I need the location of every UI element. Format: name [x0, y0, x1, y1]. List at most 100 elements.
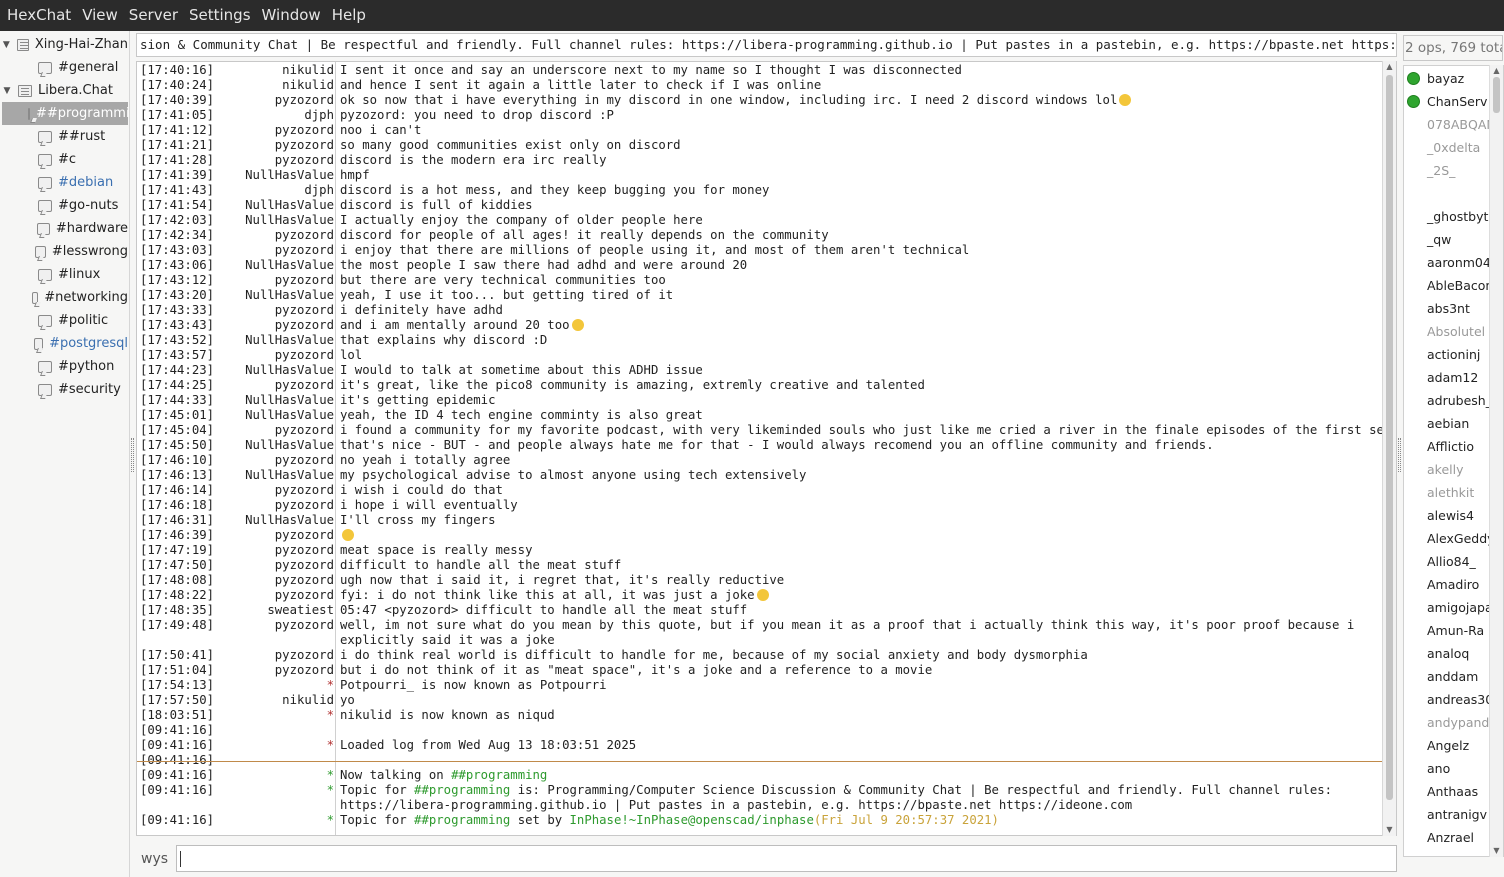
tree-channel[interactable]: #python: [2, 355, 128, 378]
topic-field[interactable]: sion & Community Chat | Be respectful an…: [136, 33, 1397, 57]
channel-link[interactable]: ##programming: [414, 783, 510, 797]
message-nick[interactable]: *: [197, 708, 334, 723]
user-nick: _ghostbyt: [1427, 209, 1489, 224]
text-prefix: Now talking on: [340, 768, 452, 782]
menu-hexchat[interactable]: HexChat: [6, 0, 80, 31]
message-nick[interactable]: NullHasValue: [197, 288, 334, 303]
tree-channel[interactable]: #go-nuts: [2, 194, 128, 217]
message-nick[interactable]: pyzozord: [197, 423, 334, 438]
message-nick[interactable]: pyzozord: [197, 528, 334, 543]
channel-link[interactable]: ##programming: [414, 813, 510, 827]
menu-help[interactable]: Help: [331, 0, 375, 31]
message-nick[interactable]: NullHasValue: [197, 258, 334, 273]
message-nick[interactable]: djph: [197, 108, 334, 123]
channel-link[interactable]: ##programming: [451, 768, 547, 782]
message-nick[interactable]: pyzozord: [197, 483, 334, 498]
channel-icon: [38, 153, 52, 166]
message-nick[interactable]: pyzozord: [197, 138, 334, 153]
tree-channel[interactable]: #c: [2, 148, 128, 171]
message-nick[interactable]: NullHasValue: [197, 393, 334, 408]
message-nick[interactable]: pyzozord: [197, 273, 334, 288]
chat-text-area[interactable]: [17:40:16] nikulid I sent it once and say …: [136, 61, 1397, 836]
message-nick[interactable]: pyzozord: [197, 153, 334, 168]
chat-scrollbar[interactable]: ▲ ▼: [1382, 61, 1396, 836]
userlist-scrollbar-thumb[interactable]: [1493, 77, 1500, 113]
nick-button[interactable]: wys: [136, 849, 176, 869]
tree-channel[interactable]: #politic: [2, 309, 128, 332]
message-nick[interactable]: NullHasValue: [197, 408, 334, 423]
scroll-down-icon[interactable]: ▼: [1385, 826, 1394, 834]
tree-channel[interactable]: #linux: [2, 263, 128, 286]
tree-server[interactable]: ▼ Libera.Chat: [2, 79, 128, 102]
message-nick[interactable]: NullHasValue: [197, 468, 334, 483]
message-nick[interactable]: pyzozord: [197, 453, 334, 468]
menu-window[interactable]: Window: [261, 0, 330, 31]
tree-channel[interactable]: #security: [2, 378, 128, 401]
tree-channel[interactable]: #general: [2, 56, 128, 79]
menu-server[interactable]: Server: [128, 0, 187, 31]
message-nick[interactable]: NullHasValue: [197, 438, 334, 453]
user-nick: AbleBacon: [1427, 278, 1494, 293]
message-nick[interactable]: pyzozord: [197, 378, 334, 393]
message-nick[interactable]: NullHasValue: [197, 213, 334, 228]
user-nick: aaronm04: [1427, 255, 1491, 270]
message-nick[interactable]: sweatiest: [197, 603, 334, 618]
message-nick[interactable]: pyzozord: [197, 498, 334, 513]
tree-channel[interactable]: #lesswrong: [2, 240, 128, 263]
message-nick[interactable]: pyzozord: [197, 243, 334, 258]
user-count-label: 2 ops, 769 total: [1403, 35, 1503, 61]
message-nick[interactable]: pyzozord: [197, 318, 334, 333]
emoji-icon: [1119, 94, 1132, 106]
message-nick[interactable]: pyzozord: [197, 663, 334, 678]
tree-channel[interactable]: #networking: [2, 286, 128, 309]
message-nick[interactable]: pyzozord: [197, 618, 334, 633]
message-input[interactable]: [176, 845, 1397, 872]
userlist-pane-grip[interactable]: [1398, 438, 1401, 472]
message-nick[interactable]: nikulid: [197, 63, 334, 78]
chat-scrollbar-thumb[interactable]: [1386, 75, 1393, 800]
channel-icon: [37, 222, 50, 235]
expander-triangle-icon[interactable]: ▼: [2, 40, 11, 50]
message-nick[interactable]: pyzozord: [197, 543, 334, 558]
message-text: discord for people of all ages! it reall…: [340, 228, 829, 242]
tree-channel[interactable]: ##programming: [2, 102, 129, 125]
message-nick[interactable]: *: [197, 738, 334, 753]
message-nick[interactable]: pyzozord: [197, 588, 334, 603]
message-nick[interactable]: nikulid: [197, 78, 334, 93]
message-nick[interactable]: pyzozord: [197, 648, 334, 663]
tree-server[interactable]: ▼ Xing-Hai-Zhan: [2, 33, 128, 56]
message-nick[interactable]: nikulid: [197, 693, 334, 708]
message-nick[interactable]: pyzozord: [197, 573, 334, 588]
message-nick[interactable]: NullHasValue: [197, 363, 334, 378]
user-nick: adam12: [1427, 370, 1479, 385]
tree-channel[interactable]: ##rust: [2, 125, 128, 148]
message-nick[interactable]: NullHasValue: [197, 333, 334, 348]
message-nick[interactable]: NullHasValue: [197, 168, 334, 183]
message-nick[interactable]: pyzozord: [197, 228, 334, 243]
expander-triangle-icon[interactable]: ▼: [2, 86, 12, 96]
message-nick[interactable]: pyzozord: [197, 348, 334, 363]
message-nick: *: [326, 783, 334, 797]
message-nick[interactable]: pyzozord: [197, 558, 334, 573]
tree-channel[interactable]: #hardware: [2, 217, 128, 240]
message-nick[interactable]: NullHasValue: [197, 198, 334, 213]
message-nick[interactable]: pyzozord: [197, 123, 334, 138]
message-nick[interactable]: pyzozord: [197, 93, 334, 108]
menu-settings[interactable]: Settings: [188, 0, 260, 31]
userlist-scrollbar[interactable]: ▲ ▼: [1489, 65, 1503, 857]
message-nick[interactable]: *: [197, 678, 334, 693]
topic-setter-link[interactable]: InPhase!~InPhase@openscad/inphase: [570, 813, 814, 827]
scroll-up-icon[interactable]: ▲: [1492, 67, 1501, 75]
scroll-down-icon[interactable]: ▼: [1492, 847, 1501, 855]
tree-channel[interactable]: #debian: [2, 171, 128, 194]
menu-view[interactable]: View: [81, 0, 127, 31]
tree-pane-grip[interactable]: [131, 438, 134, 472]
scroll-up-icon[interactable]: ▲: [1385, 63, 1394, 71]
message-nick[interactable]: NullHasValue: [197, 513, 334, 528]
message-nick[interactable]: djph: [197, 183, 334, 198]
user-nick: _qw: [1427, 232, 1452, 247]
tree-channel[interactable]: #postgresql: [2, 332, 128, 355]
message-nick[interactable]: pyzozord: [197, 303, 334, 318]
message-text: the most people I saw there had adhd and…: [340, 258, 748, 272]
message-text: Loaded log from Wed Aug 13 18:03:51 2025: [340, 738, 637, 752]
